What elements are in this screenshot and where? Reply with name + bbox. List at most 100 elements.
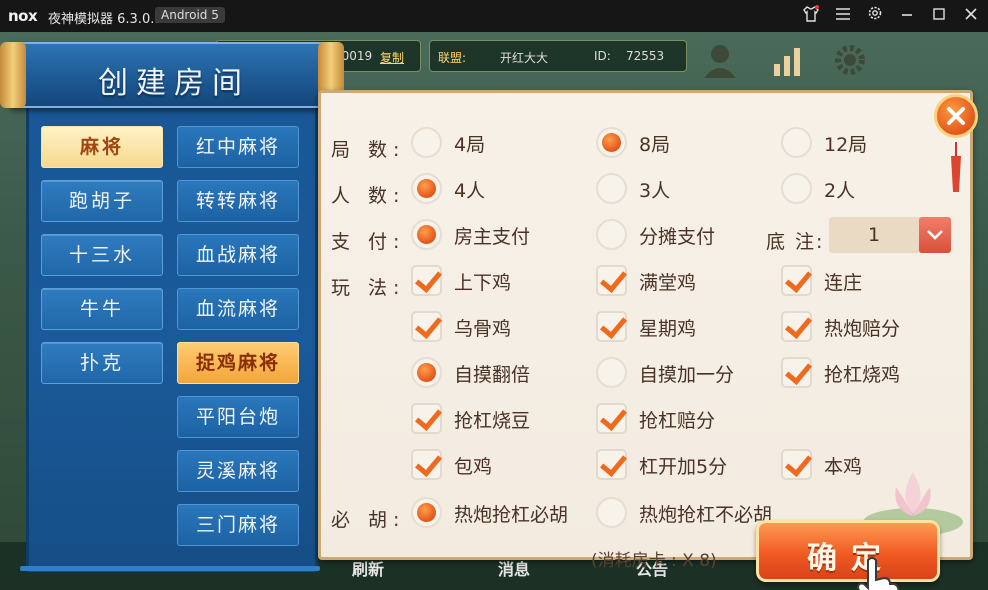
app-name: 夜神模拟器 6.3.0.9 (48, 12, 163, 27)
radio-unchecked (596, 497, 627, 528)
option-text: 2人 (824, 180, 856, 202)
base-bet-value: 1 (867, 224, 881, 246)
radio-unchecked (411, 127, 442, 158)
option-text: 房主支付 (454, 226, 531, 248)
option-text: 抢杠赔分 (639, 410, 716, 432)
minimize-icon[interactable] (896, 5, 918, 27)
league-box: 联盟: 开红大大 ID: 72553 (429, 40, 687, 72)
must-hu-label: 必 胡: (331, 509, 406, 531)
checkbox-checked (411, 403, 442, 434)
subgame-hongzhong[interactable]: 红中麻将 (177, 126, 299, 168)
stats-icon[interactable] (770, 42, 806, 78)
room-card-cost: (消耗房卡 : X 8) (591, 551, 717, 571)
category-niuniu[interactable]: 牛牛 (41, 288, 163, 330)
tassel-decoration (951, 142, 961, 192)
option-text: 杠开加5分 (639, 456, 728, 478)
radio-unchecked (596, 357, 627, 388)
subgame-pingyang[interactable]: 平阳台炮 (177, 396, 299, 438)
league-id-label: ID: (594, 49, 611, 63)
option-text: 抢杠烧鸡 (824, 364, 901, 386)
option-text: 包鸡 (454, 456, 493, 478)
page-title: 创建房间 (98, 66, 250, 101)
subgame-zhuoji[interactable]: 捉鸡麻将 (177, 342, 299, 384)
checkbox-checked (781, 265, 812, 296)
radio-checked (411, 357, 442, 388)
option-text: 4人 (454, 180, 486, 202)
option-text: 自摸翻倍 (454, 364, 531, 386)
confirm-button[interactable]: 确定 (756, 520, 940, 582)
option-text: 连庄 (824, 272, 863, 294)
close-icon[interactable] (960, 5, 982, 27)
radio-unchecked (596, 219, 627, 250)
category-mahjong[interactable]: 麻将 (41, 126, 163, 168)
radio-checked (411, 219, 442, 250)
option-text: 上下鸡 (454, 272, 512, 294)
tshirt-icon[interactable] (800, 5, 822, 27)
android-version-badge: Android 5 (155, 7, 225, 23)
emulator-title-bar: nox 夜神模拟器 6.3.0.9 Android 5 (0, 0, 988, 32)
option-text: 4局 (454, 134, 486, 156)
checkbox-checked (781, 357, 812, 388)
option-text: 3人 (639, 180, 671, 202)
option-text: 星期鸡 (639, 318, 697, 340)
checkbox-checked (781, 311, 812, 342)
league-label: 联盟: (438, 51, 467, 65)
category-paohuzi[interactable]: 跑胡子 (41, 180, 163, 222)
chevron-down-icon[interactable] (919, 217, 951, 253)
checkbox-checked (411, 311, 442, 342)
settings-gear-icon[interactable] (832, 42, 868, 78)
league-id-value: 72553 (626, 49, 665, 63)
scroll-header: 创建房间 (0, 42, 344, 108)
checkbox-checked (411, 449, 442, 480)
checkbox-checked (596, 311, 627, 342)
checkbox-checked (781, 449, 812, 480)
close-x-icon (947, 107, 965, 125)
nox-logo: nox (8, 7, 38, 25)
radio-unchecked (781, 127, 812, 158)
players-label: 人 数: (331, 185, 406, 207)
option-text: 热炮抢杠不必胡 (639, 504, 773, 526)
option-text: 热炮抢杠必胡 (454, 504, 569, 526)
user-icon[interactable] (700, 40, 740, 80)
checkbox-checked (596, 449, 627, 480)
subgame-zhuanzhuan[interactable]: 转转麻将 (177, 180, 299, 222)
game-category-panel: 麻将 跑胡子 十三水 牛牛 扑克 红中麻将 转转麻将 血战麻将 血流麻将 捉鸡麻… (26, 104, 318, 572)
subgame-sanmen[interactable]: 三门麻将 (177, 504, 299, 546)
option-text: 乌骨鸡 (454, 318, 512, 340)
subgame-lingxi[interactable]: 灵溪麻将 (177, 450, 299, 492)
base-bet-label: 底 注: (766, 231, 825, 253)
option-text: 自摸加一分 (639, 364, 735, 386)
option-text: 热炮赔分 (824, 318, 901, 340)
option-text: 12局 (824, 134, 868, 156)
option-text: 8局 (639, 134, 671, 156)
menu-icon[interactable] (832, 5, 854, 27)
option-text: 抢杠烧豆 (454, 410, 531, 432)
close-dialog-button[interactable] (934, 94, 978, 138)
radio-unchecked (596, 173, 627, 204)
payment-label: 支 付: (331, 231, 406, 253)
option-text: 满堂鸡 (639, 272, 697, 294)
rounds-label: 局 数: (331, 139, 406, 161)
maximize-icon[interactable] (928, 5, 950, 27)
radio-unchecked (781, 173, 812, 204)
category-shisanshui[interactable]: 十三水 (41, 234, 163, 276)
subgame-xuezhan[interactable]: 血战麻将 (177, 234, 299, 276)
subgame-xueliu[interactable]: 血流麻将 (177, 288, 299, 330)
copy-id-link[interactable]: 复制 (380, 49, 404, 66)
radio-checked (411, 497, 442, 528)
radio-checked (596, 127, 627, 158)
league-name: 开红大大 (500, 51, 549, 65)
category-scrollbar[interactable] (20, 566, 320, 571)
option-text: 分摊支付 (639, 226, 716, 248)
pointing-hand-icon (856, 557, 900, 590)
game-stage: 30019 复制 联盟: 开红大大 ID: 72553 刷新 消息 公告 麻将 … (0, 32, 988, 590)
option-text: 本鸡 (824, 456, 863, 478)
checkbox-checked (411, 265, 442, 296)
category-poker[interactable]: 扑克 (41, 342, 163, 384)
checkbox-checked (596, 403, 627, 434)
base-bet-select[interactable]: 1 (829, 217, 951, 253)
gear-icon[interactable] (864, 5, 886, 27)
play-rules-label: 玩 法: (331, 277, 406, 299)
checkbox-checked (596, 265, 627, 296)
radio-checked (411, 173, 442, 204)
